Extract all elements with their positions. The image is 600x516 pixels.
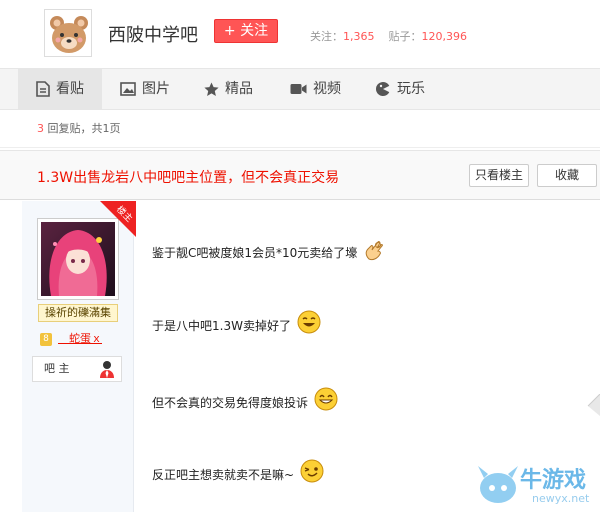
- reply-suffix: 回复贴，共: [44, 122, 103, 135]
- tab-tupian[interactable]: 图片: [120, 69, 190, 110]
- post-line-text: 鉴于靓C吧被度娘1会员*10元卖给了壕: [152, 246, 358, 260]
- reply-count: 3: [37, 122, 44, 135]
- picture-icon: [120, 82, 136, 96]
- post-line-text: 于是八中吧1.3W卖掉好了: [152, 319, 291, 333]
- role-label: 吧 主: [44, 362, 70, 375]
- video-icon: [290, 83, 307, 95]
- post-title-bar: 1.3W出售龙岩八中吧吧主位置，但不会真正交易 只看楼主 收藏: [0, 150, 600, 200]
- forum-avatar-bear-icon[interactable]: [44, 9, 92, 57]
- author-badge[interactable]: 操祈的礫滿集: [38, 304, 118, 322]
- watermark-url: newyx.net: [532, 492, 590, 505]
- watermark-brand: 牛游戏: [520, 468, 587, 493]
- post-count-label: 贴子：: [388, 30, 422, 43]
- tab-kantie[interactable]: 看贴: [18, 69, 102, 110]
- document-icon: [36, 81, 50, 97]
- author-info: 8 ＿蛇蛋ｘ: [40, 330, 102, 348]
- page-suffix: 页: [109, 122, 121, 135]
- louzhu-ribbon: 楼主: [100, 201, 136, 237]
- forum-stats: 关注：1,365 贴子：120,396: [310, 28, 467, 44]
- author-role: 吧 主: [32, 356, 122, 382]
- only-host-button[interactable]: 只看楼主: [469, 164, 529, 187]
- forum-tabs: 看贴 图片 精品 视频 玩乐: [0, 68, 600, 110]
- tab-wanle[interactable]: 玩乐: [375, 69, 445, 110]
- person-icon: [99, 360, 115, 387]
- post-line-4: 反正吧主想卖就卖不是嘛~: [152, 459, 324, 486]
- page-count: 1: [102, 122, 110, 135]
- follow-count: 1,365: [343, 30, 375, 43]
- post-line-text: 但不会真的交易免得度娘投诉: [152, 396, 309, 410]
- reply-info: 3 回复贴，共1页: [0, 110, 600, 148]
- author-column: 操祈的礫滿集 8 ＿蛇蛋ｘ 吧 主: [22, 201, 134, 512]
- tab-label: 图片: [142, 81, 170, 97]
- tab-shipin[interactable]: 视频: [290, 69, 360, 110]
- tab-label: 玩乐: [397, 81, 425, 97]
- star-icon: [204, 82, 219, 97]
- author-username[interactable]: ＿蛇蛋ｘ: [58, 332, 102, 345]
- follow-button[interactable]: + 关注: [214, 19, 278, 43]
- post-count: 120,396: [421, 30, 468, 43]
- forum-header: 西陂中学吧 + 关注 关注：1,365 贴子：120,396: [0, 0, 600, 68]
- grin-emoji-icon: [314, 387, 338, 414]
- tab-jingpin[interactable]: 精品: [204, 69, 274, 110]
- follow-count-label: 关注：: [310, 30, 343, 43]
- corner-fold-icon: [582, 393, 600, 416]
- site-watermark: 牛游戏 newyx.net: [474, 458, 600, 512]
- ok-hand-emoji-icon: [363, 237, 387, 264]
- wink-emoji-icon: [300, 459, 324, 486]
- post-line-1: 鉴于靓C吧被度娘1会员*10元卖给了壕: [152, 237, 387, 264]
- post-line-text: 反正吧主想卖就卖不是嘛~: [152, 468, 295, 482]
- post-title: 1.3W出售龙岩八中吧吧主位置，但不会真正交易: [37, 170, 340, 186]
- post-line-3: 但不会真的交易免得度娘投诉: [152, 387, 338, 414]
- post-line-2: 于是八中吧1.3W卖掉好了: [152, 310, 321, 337]
- game-icon: [375, 81, 391, 97]
- tab-label: 视频: [313, 81, 341, 97]
- smile-emoji-icon: [297, 310, 321, 337]
- collect-button[interactable]: 收藏: [537, 164, 597, 187]
- level-badge: 8: [40, 332, 52, 346]
- forum-name[interactable]: 西陂中学吧: [108, 21, 198, 47]
- tab-label: 精品: [225, 81, 253, 97]
- tab-label: 看贴: [56, 81, 84, 97]
